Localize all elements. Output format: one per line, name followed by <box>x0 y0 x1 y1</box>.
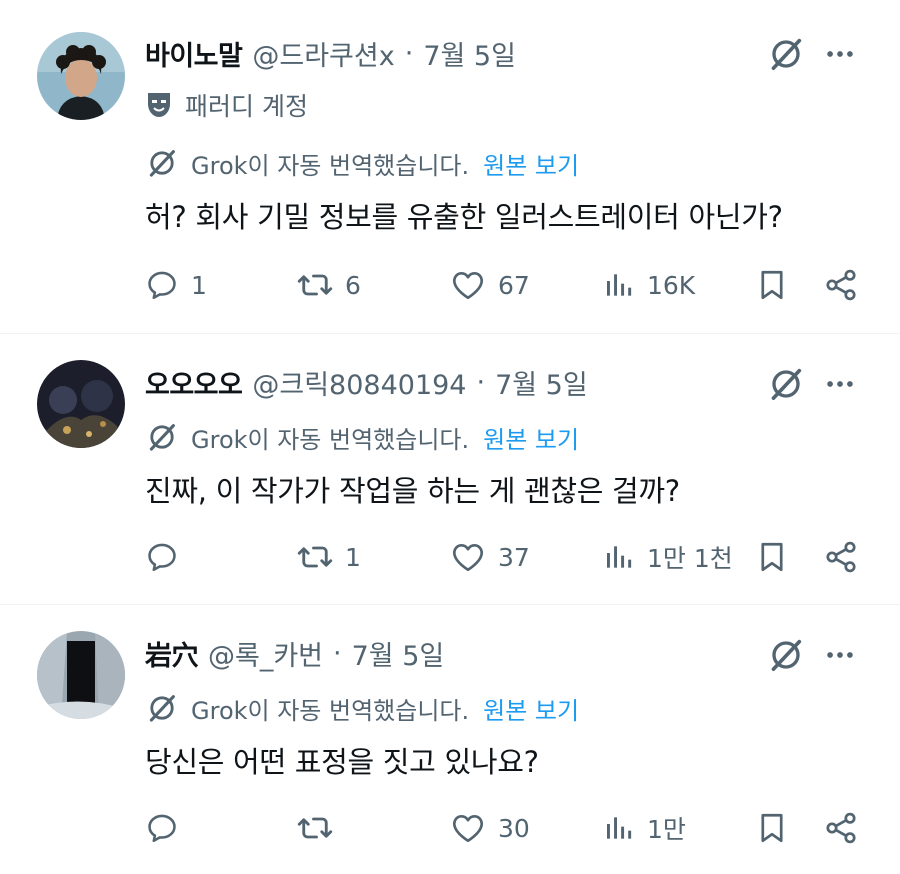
heart-icon <box>450 810 486 846</box>
more-icon[interactable] <box>820 635 860 675</box>
reply-text: 당신은 어떤 표정을 짓고 있나요? <box>145 745 539 779</box>
post-date[interactable]: 7월 5일 <box>352 634 445 673</box>
grok-icon <box>145 146 179 180</box>
like-button[interactable]: 30 <box>450 805 530 851</box>
reply-icon <box>145 540 179 574</box>
share-icon <box>823 267 859 303</box>
view-original-link[interactable]: 원본 보기 <box>483 420 579 455</box>
reply-count: 1 <box>191 270 207 300</box>
user-handle[interactable]: @드라쿠션x <box>252 34 394 73</box>
avatar[interactable] <box>37 631 125 719</box>
translation-note: Grok이 자동 번역했습니다. 원본 보기 <box>145 691 579 725</box>
view-original-link[interactable]: 원본 보기 <box>483 146 579 181</box>
action-bar: 1 37 1만 1천 <box>145 534 865 580</box>
translation-text: Grok이 자동 번역했습니다. <box>191 151 470 180</box>
grok-icon[interactable] <box>764 362 808 406</box>
grok-icon <box>145 420 179 454</box>
view-original-link[interactable]: 원본 보기 <box>483 691 579 726</box>
display-name[interactable]: 岩穴 <box>145 634 199 673</box>
bookmark-icon <box>755 811 789 845</box>
repost-button[interactable] <box>297 805 345 851</box>
parody-text: 패러디 계정 <box>185 92 308 121</box>
post-date[interactable]: 7월 5일 <box>423 34 516 73</box>
reply-button[interactable] <box>145 805 191 851</box>
action-bar: 30 1만 <box>145 805 865 851</box>
avatar[interactable] <box>37 32 125 120</box>
views-icon <box>603 541 635 573</box>
repost-icon <box>297 810 333 846</box>
views-icon <box>603 269 635 301</box>
translation-text: Grok이 자동 번역했습니다. <box>191 425 470 454</box>
reply-1[interactable]: 바이노말 @드라쿠션x · 7월 5일 패러디 계정 Grok이 자동 번역했습… <box>0 0 900 333</box>
reply-2[interactable]: 오오오오 @크릭80840194 · 7월 5일 Grok이 자동 번역했습니다… <box>0 334 900 604</box>
parody-mask-icon <box>145 90 185 120</box>
bookmark-button[interactable] <box>755 805 789 851</box>
separator-dot: · <box>476 366 486 398</box>
views-count: 1만 1천 <box>647 544 733 573</box>
share-icon <box>823 539 859 575</box>
like-count: 30 <box>498 813 530 843</box>
repost-count: 1 <box>345 542 361 572</box>
reply-header: 바이노말 @드라쿠션x · 7월 5일 <box>145 33 516 73</box>
grok-icon[interactable] <box>764 32 808 76</box>
heart-icon <box>450 267 486 303</box>
like-count: 67 <box>498 270 530 300</box>
repost-icon <box>297 267 333 303</box>
avatar[interactable] <box>37 360 125 448</box>
share-icon <box>823 810 859 846</box>
reply-button[interactable] <box>145 534 191 580</box>
parody-label: 패러디 계정 <box>145 88 308 122</box>
user-handle[interactable]: @크릭80840194 <box>252 363 466 402</box>
repost-button[interactable]: 1 <box>297 534 361 580</box>
share-button[interactable] <box>823 534 859 580</box>
views-button[interactable]: 1만 1천 <box>603 534 733 580</box>
display-name[interactable]: 바이노말 <box>145 34 243 73</box>
like-button[interactable]: 37 <box>450 534 530 580</box>
like-count: 37 <box>498 542 530 572</box>
views-icon <box>603 812 635 844</box>
views-button[interactable]: 16K <box>603 262 695 308</box>
like-button[interactable]: 67 <box>450 262 530 308</box>
bookmark-button[interactable] <box>755 534 789 580</box>
reply-text: 진짜, 이 작가가 작업을 하는 게 괜찮은 걸까? <box>145 474 680 508</box>
grok-icon <box>145 691 179 725</box>
bookmark-icon <box>755 540 789 574</box>
bookmark-button[interactable] <box>755 262 789 308</box>
reply-3[interactable]: 岩穴 @록_카번 · 7월 5일 Grok이 자동 번역했습니다. 원본 보기 … <box>0 605 900 874</box>
translation-note: Grok이 자동 번역했습니다. 원본 보기 <box>145 146 579 180</box>
views-button[interactable]: 1만 <box>603 805 686 851</box>
separator-dot: · <box>404 37 414 69</box>
more-icon[interactable] <box>820 364 860 404</box>
grok-icon[interactable] <box>764 633 808 677</box>
reply-icon <box>145 268 179 302</box>
translation-note: Grok이 자동 번역했습니다. 원본 보기 <box>145 420 579 454</box>
repost-icon <box>297 539 333 575</box>
reply-button[interactable]: 1 <box>145 262 207 308</box>
heart-icon <box>450 539 486 575</box>
reply-icon <box>145 811 179 845</box>
repost-button[interactable]: 6 <box>297 262 361 308</box>
display-name[interactable]: 오오오오 <box>145 363 243 402</box>
translation-text: Grok이 자동 번역했습니다. <box>191 696 470 725</box>
reply-header: 岩穴 @록_카번 · 7월 5일 <box>145 633 444 673</box>
views-count: 16K <box>647 270 696 300</box>
reply-text: 허? 회사 기밀 정보를 유출한 일러스트레이터 아닌가? <box>145 200 783 234</box>
reply-header: 오오오오 @크릭80840194 · 7월 5일 <box>145 362 588 402</box>
views-count: 1만 <box>647 815 686 844</box>
repost-count: 6 <box>345 270 361 300</box>
bookmark-icon <box>755 268 789 302</box>
share-button[interactable] <box>823 262 859 308</box>
separator-dot: · <box>333 637 342 669</box>
more-icon[interactable] <box>820 34 860 74</box>
user-handle[interactable]: @록_카번 <box>208 634 323 673</box>
action-bar: 1 6 67 16K <box>145 262 865 308</box>
post-date[interactable]: 7월 5일 <box>495 363 588 402</box>
share-button[interactable] <box>823 805 859 851</box>
